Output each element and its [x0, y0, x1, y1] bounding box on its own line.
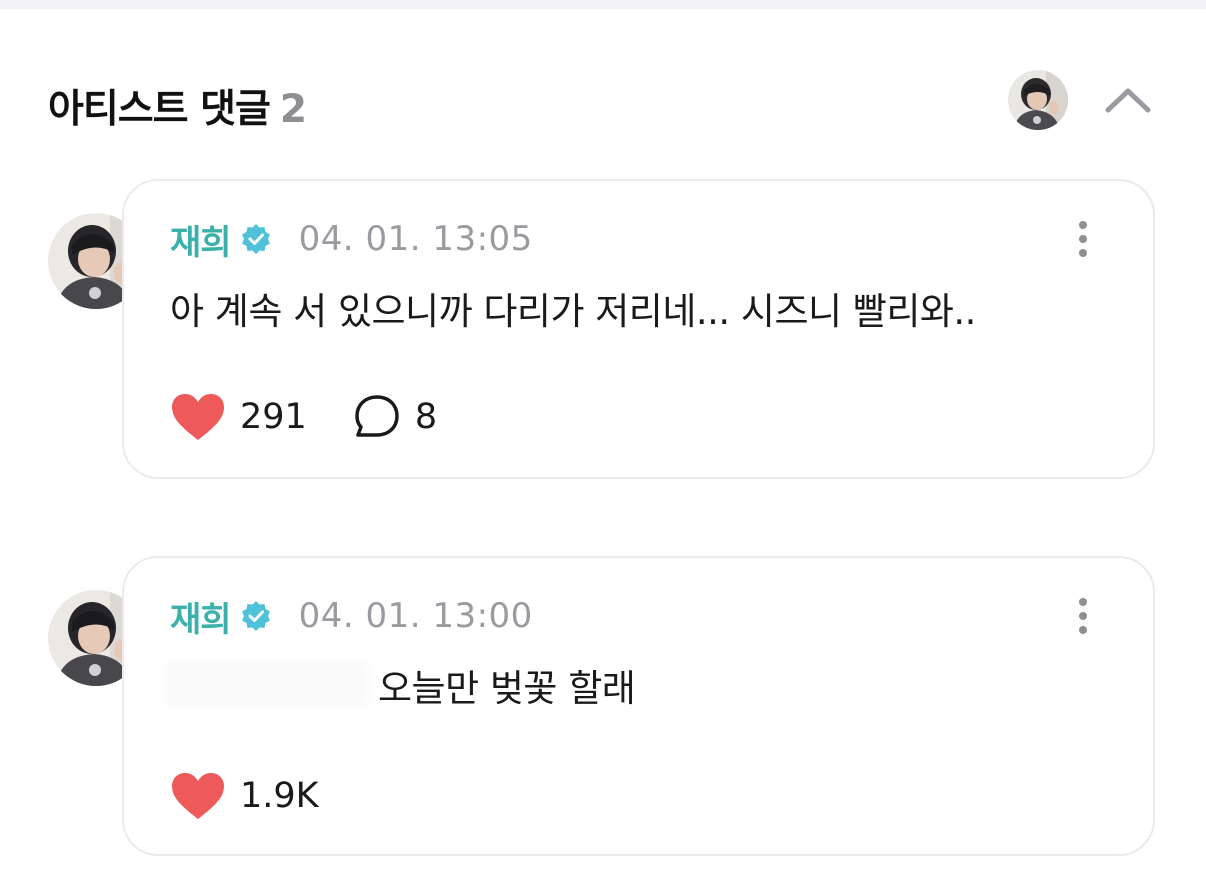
comment-actions: 1.9K — [170, 764, 319, 828]
artist-avatar-image — [1008, 70, 1068, 130]
comment-text: 오늘만 벚꽃 할래 — [378, 667, 636, 710]
comment-card: 재희 04. 01. 13:00 오늘만 벚꽃 할래 1.9K — [122, 556, 1155, 856]
artist-comments-header: 아티스트 댓글 2 — [48, 70, 1158, 132]
like-button[interactable]: 291 — [170, 392, 307, 442]
more-options-button[interactable] — [1071, 219, 1095, 259]
more-dot — [1079, 235, 1087, 243]
more-vertical-icon — [1079, 221, 1087, 229]
verified-badge-icon — [241, 601, 270, 631]
more-options-button[interactable] — [1071, 596, 1095, 636]
comment-timestamp: 04. 01. 13:05 — [298, 219, 533, 259]
more-dot — [1079, 626, 1087, 634]
section-title-label: 아티스트 댓글 — [48, 87, 271, 132]
comment-text: 아 계속 서 있으니까 다리가 저리네... 시즈니 빨리와.. — [170, 290, 976, 333]
top-divider — [0, 0, 1206, 9]
comment-author[interactable]: 재희 — [170, 215, 232, 264]
more-dot — [1079, 612, 1087, 620]
like-count: 291 — [240, 397, 307, 437]
comment-timestamp: 04. 01. 13:00 — [298, 596, 533, 636]
comment-card: 재희 04. 01. 13:05 아 계속 서 있으니까 다리가 저리네... … — [122, 179, 1155, 479]
chevron-up-icon — [1105, 88, 1151, 113]
heart-icon — [172, 773, 224, 819]
like-button[interactable]: 1.9K — [170, 771, 319, 821]
heart-icon — [172, 394, 224, 440]
obscured-content — [164, 660, 369, 708]
more-dot — [1079, 249, 1087, 257]
like-count: 1.9K — [240, 776, 319, 816]
section-count: 2 — [279, 87, 307, 132]
reply-count: 8 — [414, 397, 438, 437]
speech-bubble-icon — [355, 395, 399, 437]
comment-meta: 재희 04. 01. 13:05 — [170, 215, 533, 263]
comment-author[interactable]: 재희 — [170, 592, 232, 641]
more-vertical-icon — [1079, 598, 1087, 606]
artist-avatar[interactable] — [1008, 70, 1068, 130]
collapse-button[interactable] — [1100, 80, 1156, 120]
section-title: 아티스트 댓글 2 — [48, 78, 307, 134]
comment-actions: 291 8 — [170, 385, 437, 449]
verified-badge-icon — [241, 224, 270, 254]
reply-button[interactable]: 8 — [353, 393, 437, 441]
comment-meta: 재희 04. 01. 13:00 — [170, 592, 533, 640]
